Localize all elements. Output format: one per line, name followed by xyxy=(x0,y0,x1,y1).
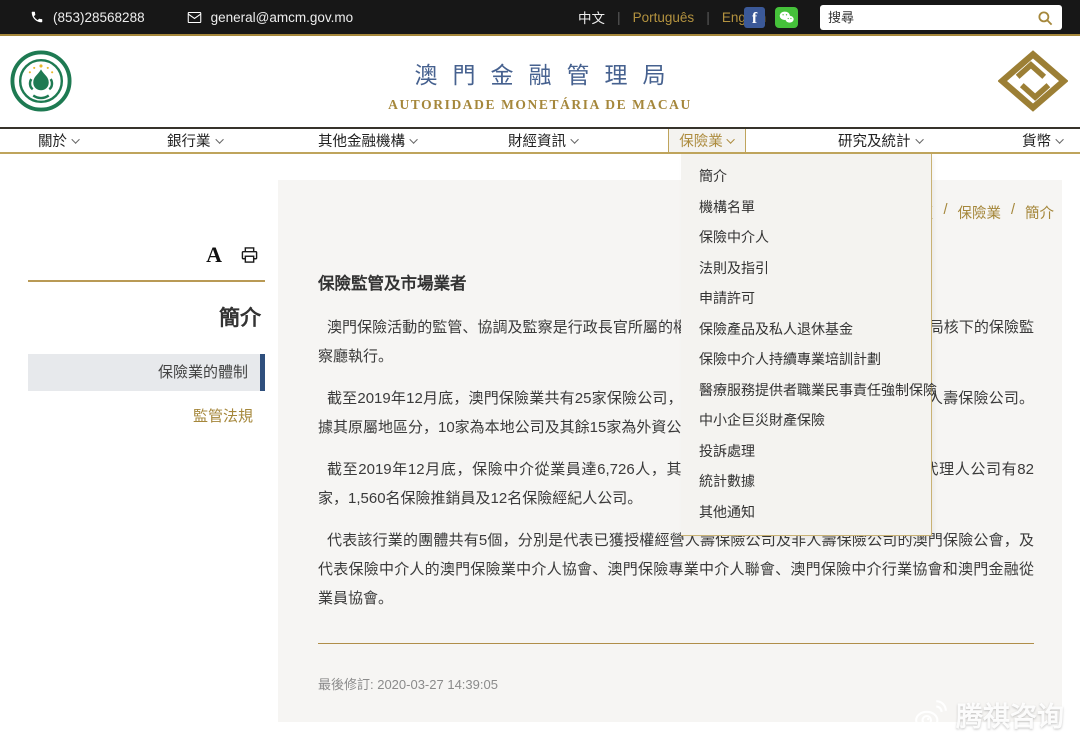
top-utility-bar: (853)28568288 general@amcm.gov.mo 中文 | P… xyxy=(0,0,1080,36)
chevron-down-icon xyxy=(71,135,79,143)
facebook-icon[interactable]: f xyxy=(744,7,765,28)
search-icon[interactable] xyxy=(1036,9,1054,27)
search-input[interactable] xyxy=(828,10,1036,25)
watermark-text: 腾祺咨询 xyxy=(956,695,1064,734)
chevron-down-icon xyxy=(570,135,578,143)
breadcrumb-insurance[interactable]: 保險業 xyxy=(957,202,1001,223)
nav-item-banking[interactable]: 銀行業 xyxy=(167,129,224,152)
watermark: 腾祺咨询 xyxy=(913,695,1064,734)
site-title-portuguese: AUTORIDADE MONETÁRIA DE MACAU xyxy=(0,97,1080,113)
mail-icon xyxy=(187,11,202,24)
print-icon[interactable] xyxy=(239,245,260,265)
sidebar: A 簡介 保險業的體制 監管法規 xyxy=(28,240,265,432)
article-divider xyxy=(318,643,1034,644)
nav-label: 關於 xyxy=(38,130,67,151)
language-switcher: 中文 | Português | English xyxy=(578,7,766,27)
lang-separator: | xyxy=(617,9,621,25)
dropdown-item-products-pension-funds[interactable]: 保險產品及私人退休基金 xyxy=(681,314,931,345)
main-nav: 關於 銀行業 其他金融機構 財經資訊 保險業 研究及統計 貨幣 xyxy=(0,127,1080,154)
phone-contact: (853)28568288 xyxy=(30,10,145,25)
sidebar-section-title: 簡介 xyxy=(28,302,265,332)
lang-pt[interactable]: Português xyxy=(633,10,695,25)
sidebar-divider xyxy=(28,280,265,282)
font-size-icon[interactable]: A xyxy=(206,242,222,268)
amcm-diamond-logo xyxy=(998,50,1068,112)
chevron-down-icon xyxy=(1055,135,1063,143)
chevron-down-icon xyxy=(215,135,223,143)
social-links: f xyxy=(744,7,798,28)
content-panel: 保險監管及市場業者 澳門保險活動的監管、協調及監察是行政長官所屬的權限，而具體監… xyxy=(278,180,1062,722)
wechat-icon[interactable] xyxy=(775,7,798,28)
nav-label: 其他金融機構 xyxy=(318,130,405,151)
phone-icon xyxy=(30,10,44,24)
dropdown-item-statistics[interactable]: 統計數據 xyxy=(681,466,931,497)
dropdown-item-institution-list[interactable]: 機構名單 xyxy=(681,192,931,223)
chevron-down-icon xyxy=(915,135,923,143)
nav-item-research-statistics[interactable]: 研究及統計 xyxy=(838,129,924,152)
nav-item-other-financial[interactable]: 其他金融機構 xyxy=(318,129,418,152)
nav-item-insurance[interactable]: 保險業 xyxy=(668,129,746,152)
dropdown-item-sme-catastrophe-insurance[interactable]: 中小企巨災財產保險 xyxy=(681,405,931,436)
email-contact[interactable]: general@amcm.gov.mo xyxy=(187,10,354,25)
sidebar-item-insurance-system[interactable]: 保險業的體制 xyxy=(28,354,265,391)
article: 保險監管及市場業者 澳門保險活動的監管、協調及監察是行政長官所屬的權限，而具體監… xyxy=(278,180,1062,693)
nav-label: 銀行業 xyxy=(167,130,211,151)
nav-item-financial-info[interactable]: 財經資訊 xyxy=(508,129,579,152)
nav-item-currency[interactable]: 貨幣 xyxy=(1022,129,1064,152)
nav-label: 貨幣 xyxy=(1022,130,1051,151)
breadcrumb-separator: / xyxy=(943,202,947,223)
email-address[interactable]: general@amcm.gov.mo xyxy=(211,10,354,25)
dropdown-item-application-licensing[interactable]: 申請許可 xyxy=(681,283,931,314)
insurance-dropdown-menu: 簡介 機構名單 保險中介人 法則及指引 申請許可 保險產品及私人退休基金 保險中… xyxy=(681,154,932,536)
last-modified: 最後修訂: 2020-03-27 14:39:05 xyxy=(318,674,1034,693)
article-paragraph: 代表該行業的團體共有5個，分別是代表已獲授權經營人壽保險公司及非人壽保險公司的澳… xyxy=(318,526,1034,613)
search-box[interactable] xyxy=(820,5,1062,30)
dropdown-item-rules-guidelines[interactable]: 法則及指引 xyxy=(681,253,931,284)
weibo-icon xyxy=(913,698,949,732)
chevron-down-icon xyxy=(726,135,734,143)
breadcrumb-separator: / xyxy=(1011,202,1015,223)
dropdown-item-other-notices[interactable]: 其他通知 xyxy=(681,497,931,528)
dropdown-item-cpd-programme[interactable]: 保險中介人持續專業培訓計劃 xyxy=(681,344,931,375)
nav-item-about[interactable]: 關於 xyxy=(38,129,80,152)
sidebar-item-regulations[interactable]: 監管法規 xyxy=(28,402,265,432)
dropdown-item-intro[interactable]: 簡介 xyxy=(681,161,931,192)
nav-label: 研究及統計 xyxy=(838,130,911,151)
page-tools: A xyxy=(28,240,265,270)
lang-separator: | xyxy=(706,9,710,25)
site-title-block: 澳門金融管理局 AUTORIDADE MONETÁRIA DE MACAU xyxy=(0,56,1080,113)
dropdown-item-complaints[interactable]: 投訴處理 xyxy=(681,436,931,467)
chevron-down-icon xyxy=(409,135,417,143)
dropdown-item-insurance-intermediaries[interactable]: 保險中介人 xyxy=(681,222,931,253)
nav-label: 財經資訊 xyxy=(508,130,566,151)
site-title-chinese: 澳門金融管理局 xyxy=(0,56,1080,90)
breadcrumb-intro[interactable]: 簡介 xyxy=(1025,202,1054,223)
lang-zh[interactable]: 中文 xyxy=(578,7,605,27)
site-header: 澳門金融管理局 AUTORIDADE MONETÁRIA DE MACAU xyxy=(0,38,1080,127)
nav-label: 保險業 xyxy=(679,130,723,151)
phone-number: (853)28568288 xyxy=(53,10,145,25)
dropdown-item-medical-liability-insurance[interactable]: 醫療服務提供者職業民事責任強制保險 xyxy=(681,375,931,406)
